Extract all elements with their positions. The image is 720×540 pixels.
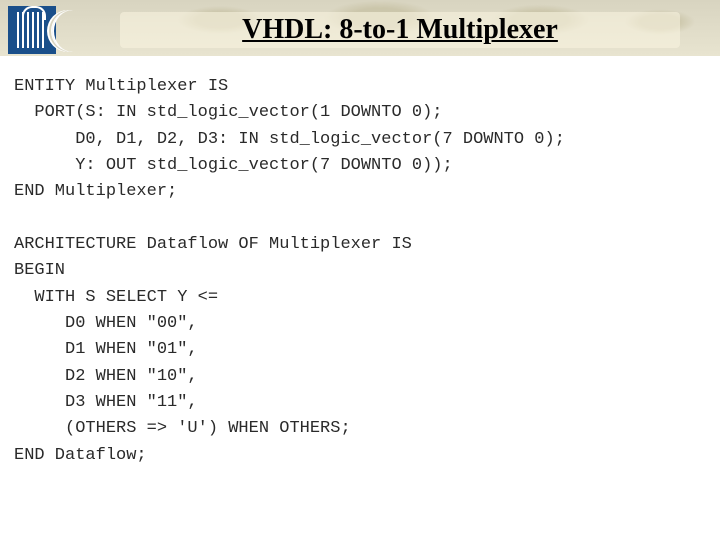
code-line: Y: OUT std_logic_vector(7 DOWNTO 0));	[14, 156, 453, 175]
code-line: BEGIN	[14, 261, 65, 280]
title-bar: VHDL: 8-to-1 Multiplexer	[120, 12, 680, 48]
code-line: (OTHERS => 'U') WHEN OTHERS;	[14, 419, 351, 438]
code-line: END Multiplexer;	[14, 182, 177, 201]
code-line: PORT(S: IN std_logic_vector(1 DOWNTO 0);	[14, 103, 442, 122]
code-line: D2 WHEN "10",	[14, 367, 198, 386]
code-line: WITH S SELECT Y <=	[14, 288, 218, 307]
code-line: ENTITY Multiplexer IS	[14, 77, 228, 96]
code-line: D0 WHEN "00",	[14, 314, 198, 333]
logo-icon	[8, 6, 56, 54]
code-line: D0, D1, D2, D3: IN std_logic_vector(7 DO…	[14, 130, 565, 149]
slide-title: VHDL: 8-to-1 Multiplexer	[242, 14, 558, 46]
code-line: D1 WHEN "01",	[14, 340, 198, 359]
code-block: ENTITY Multiplexer IS PORT(S: IN std_log…	[14, 74, 565, 469]
curve-decoration	[52, 10, 122, 52]
code-line: END Dataflow;	[14, 446, 147, 465]
code-line: D3 WHEN "11",	[14, 393, 198, 412]
code-line: ARCHITECTURE Dataflow OF Multiplexer IS	[14, 235, 412, 254]
